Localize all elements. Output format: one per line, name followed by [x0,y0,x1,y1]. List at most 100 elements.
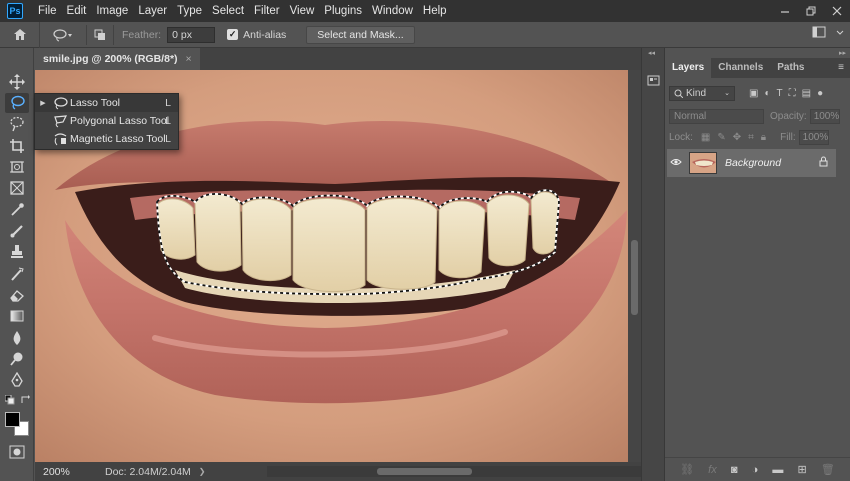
flyout-item-magnetic-lasso[interactable]: Magnetic Lasso Tool L [35,130,178,148]
smart-object-filter-icon[interactable]: ▤ [802,88,811,99]
flyout-shortcut: L [165,133,171,145]
lock-position-icon[interactable]: ✥ [733,132,741,143]
layer-thumbnail [689,152,717,174]
blend-mode-select[interactable]: Normal [669,108,764,124]
menu-layer[interactable]: Layer [133,0,172,22]
filter-toggle-icon[interactable]: ● [817,88,823,99]
new-layer-icon[interactable]: ⊞ [798,463,807,476]
brush-healing-tool-icon[interactable] [5,221,29,241]
quick-selection-tool-icon[interactable] [5,114,29,134]
chevron-down-icon[interactable] [836,25,844,42]
menu-window[interactable]: Window [367,0,418,22]
menu-view[interactable]: View [285,0,320,22]
properties-icon[interactable] [647,74,660,90]
tools-panel [0,48,34,481]
select-and-mask-button[interactable]: Select and Mask... [306,25,415,44]
lock-artboard-icon[interactable]: ⌗ [748,132,754,143]
lock-transparent-icon[interactable]: ▦ [701,132,710,143]
panel-menu-icon[interactable]: ≡ [838,62,844,73]
shape-filter-icon[interactable]: ⛶ [789,88,796,99]
frame-tool-icon[interactable] [5,157,29,177]
document-info: Doc: 2.04M/2.04M [105,465,191,478]
frame-x-tool-icon[interactable] [5,178,29,198]
status-arrow-icon[interactable]: ❯ [199,467,206,476]
tab-layers[interactable]: Layers [665,58,712,78]
foreground-color-swatch[interactable] [5,412,20,427]
adjustment-layer-icon[interactable]: ◑ [752,464,759,476]
menu-bar: Ps File Edit Image Layer Type Select Fil… [0,0,850,22]
tab-channels[interactable]: Channels [711,58,770,78]
horizontal-scroll-thumb[interactable] [377,468,472,475]
menu-type[interactable]: Type [172,0,207,22]
fill-input[interactable]: 100% [798,129,829,145]
workspace-icon[interactable] [812,25,826,42]
lasso-tools-flyout: ▶ Lasso Tool L Polygonal Lasso Tool L Ma… [34,93,179,150]
eraser-tool-icon[interactable] [5,285,29,305]
collapse-panel-icon[interactable]: ▸▸ [839,49,846,57]
menu-select[interactable]: Select [207,0,249,22]
crop-tool-icon[interactable] [5,136,29,156]
fill-label: Fill: [780,131,796,143]
flyout-shortcut: L [165,97,171,109]
tool-preset-lasso-icon[interactable] [46,25,80,45]
feather-input[interactable]: 0 px [167,26,216,43]
window-controls [772,0,850,22]
adjustment-filter-icon[interactable]: ◐ [764,88,770,99]
swap-colors-icon[interactable] [18,390,32,410]
expand-panels-icon[interactable]: ◂◂ [648,49,655,57]
lock-image-icon[interactable]: ✎ [717,132,725,143]
flyout-item-lasso[interactable]: ▶ Lasso Tool L [35,94,178,112]
blur-tool-icon[interactable] [5,328,29,348]
close-icon[interactable] [824,0,850,22]
flyout-item-polygonal-lasso[interactable]: Polygonal Lasso Tool L [35,112,178,130]
menu-plugins[interactable]: Plugins [319,0,367,22]
gradient-tool-icon[interactable] [5,306,29,326]
menu-filter[interactable]: Filter [249,0,285,22]
horizontal-scrollbar[interactable] [267,466,663,477]
trash-icon[interactable]: 🗑︎ [821,463,835,476]
eyedropper-tool-icon[interactable] [5,200,29,220]
link-layers-icon[interactable]: ⛓ [680,463,694,476]
vertical-scrollbar[interactable] [628,70,641,462]
photoshop-logo: Ps [7,3,23,19]
new-group-icon[interactable]: ▬ [772,464,783,476]
pixel-filter-icon[interactable]: ▣ [749,88,758,99]
new-selection-icon[interactable] [86,24,114,45]
eye-icon[interactable] [667,157,685,169]
menu-image[interactable]: Image [91,0,133,22]
magnetic-lasso-icon [52,132,68,146]
menu-help[interactable]: Help [418,0,452,22]
pen-tool-icon[interactable] [5,370,29,390]
layer-style-icon[interactable]: fx [708,464,717,476]
zoom-level[interactable]: 200% [35,466,81,478]
document-tab[interactable]: smile.jpg @ 200% (RGB/8*) × [35,48,200,70]
lock-all-icon[interactable]: 🔒︎ [761,132,766,143]
restore-icon[interactable] [798,0,824,22]
lasso-tool-icon[interactable] [5,93,29,113]
history-brush-tool-icon[interactable] [5,264,29,284]
home-icon[interactable] [0,21,40,48]
close-tab-icon[interactable]: × [186,53,192,65]
panel-tabs: Layers Channels Paths [665,58,850,78]
opacity-input[interactable]: 100% [809,108,840,124]
default-colors-icon[interactable] [3,390,17,410]
menu-file[interactable]: File [33,0,62,22]
type-filter-icon[interactable]: T [777,88,783,99]
quick-mask-icon[interactable] [5,442,29,462]
stamp-tool-icon[interactable] [5,242,29,262]
menu-edit[interactable]: Edit [62,0,92,22]
minimize-icon[interactable] [772,0,798,22]
tab-paths[interactable]: Paths [770,58,811,78]
dodge-tool-icon[interactable] [5,349,29,369]
move-tool-icon[interactable] [5,72,29,92]
options-bar: Feather: 0 px ✓ Anti-alias Select and Ma… [0,21,850,48]
status-bar: 200% Doc: 2.04M/2.04M ❯ [35,462,663,481]
collapsed-panel-strip: ◂◂ [641,48,665,481]
vertical-scroll-thumb[interactable] [631,240,638,315]
selected-arrow-icon: ▶ [40,100,46,107]
kind-filter-select[interactable]: Kind ⌄ [669,85,735,101]
layer-row-background[interactable]: Background [667,149,836,177]
add-mask-icon[interactable]: ◙ [731,464,738,476]
antialias-checkbox[interactable]: ✓ [227,29,239,40]
flyout-item-label: Magnetic Lasso Tool [70,133,166,145]
